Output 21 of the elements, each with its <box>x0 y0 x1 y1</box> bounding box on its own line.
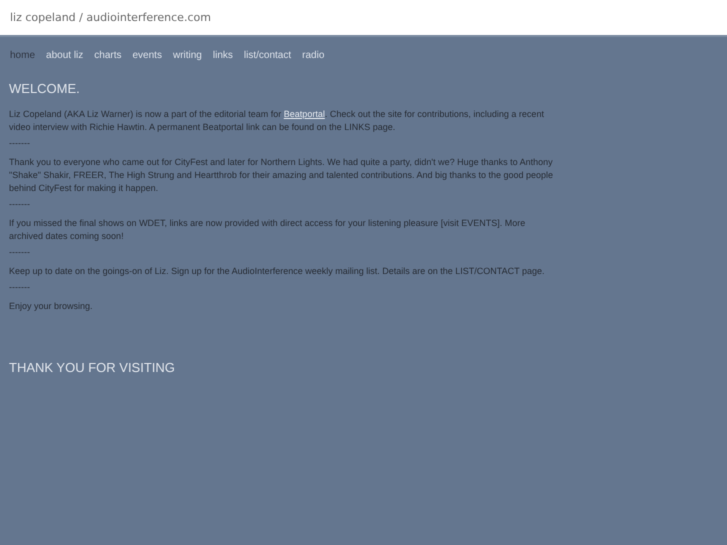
nav-link[interactable]: radio <box>302 50 324 61</box>
nav-link[interactable]: links <box>212 50 233 61</box>
nav-link[interactable]: writing <box>172 50 202 61</box>
paragraph: Liz Copeland (AKA Liz Warner) is now a part of the editorial team for Beatportal. Check out the site for contributions, including a recent video interview with Richie Hawtin. A permanent Beatportal link can be found on the LINKS page. <box>9 108 545 134</box>
paragraph: Thank you to everyone who came out for CityFest and later for Northern Lights. We had quite a party, didn't we? Huge thanks to Anthony "Shake" Shakir, FREER, The High Strung and Heartthrob for their amazing and talented contributions. And big thanks to the good people behind CityFest for making it happen. <box>9 156 554 195</box>
welcome-heading: WELCOME. <box>9 81 81 96</box>
separator-text: ------- <box>9 139 31 148</box>
beatportal-link[interactable]: Beatportal <box>284 109 325 119</box>
paragraph: Keep up to date on the goings-on of Liz. Sign up for the AudioInterference weekly mailing list. Details are on the LIST/CONTACT page. <box>9 265 546 278</box>
separator-text: ------- <box>9 200 31 209</box>
separator-text: ------- <box>9 248 31 257</box>
paragraph: If you missed the final shows on WDET, links are now provided with direct access for your listening pleasure [visit EVENTS]. More archived dates coming soon! <box>9 217 526 243</box>
nav-link[interactable]: list/contact <box>244 50 292 61</box>
closing-heading: THANK YOU FOR VISITING <box>9 360 176 375</box>
nav-link[interactable]: charts <box>94 50 122 61</box>
nav-link[interactable]: home <box>10 50 36 61</box>
separator-text: ------- <box>9 283 31 292</box>
nav-link[interactable]: events <box>132 50 162 61</box>
site-title: liz copeland / audiointerference.com <box>10 11 211 24</box>
paragraph: Enjoy your browsing. <box>9 300 94 313</box>
nav-link[interactable]: about liz <box>46 50 84 61</box>
